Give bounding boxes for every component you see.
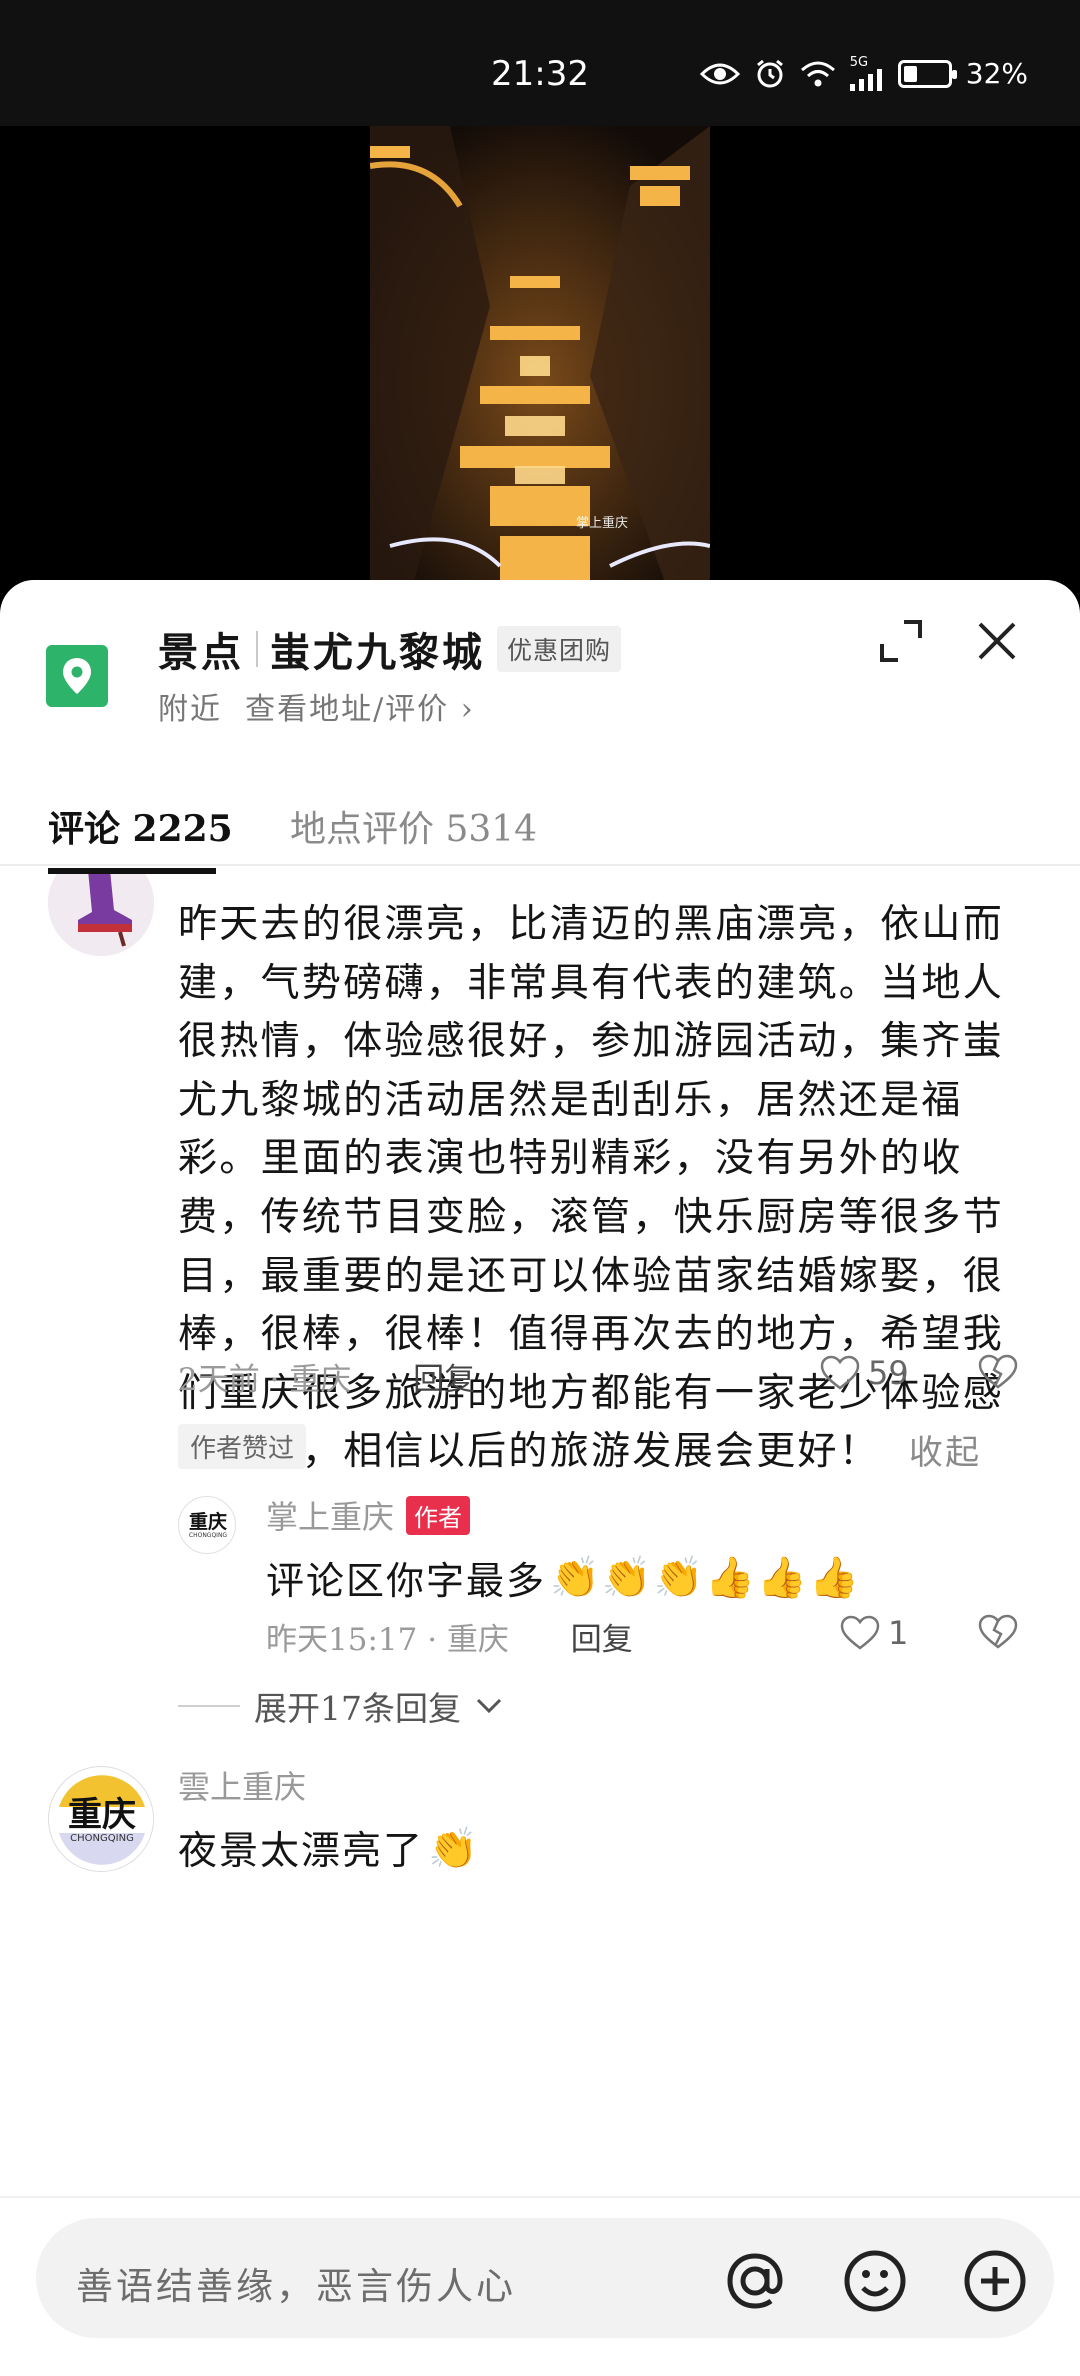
location-subtitle[interactable]: 附近 查看地址/评价 › xyxy=(158,684,475,728)
broken-heart-icon xyxy=(978,1354,1018,1389)
battery-icon xyxy=(897,59,957,88)
reply-username-row: 掌上重庆 作者 xyxy=(266,1492,471,1538)
wifi-icon xyxy=(800,60,836,88)
location-title[interactable]: 景点 蚩尤九黎城 优惠团购 xyxy=(158,620,622,678)
battery-percent: 32% xyxy=(965,57,1028,90)
eye-icon xyxy=(699,60,740,88)
status-icons: 5G 32% xyxy=(699,55,1028,91)
comment-username[interactable]: 雲上重庆 xyxy=(178,1762,306,1808)
expand-replies-button[interactable]: 展开17条回复 xyxy=(178,1682,503,1730)
reply-avatar[interactable]: 重庆 CHONGQING xyxy=(178,1496,236,1554)
deal-tag[interactable]: 优惠团购 xyxy=(497,626,622,672)
reply-emojis: 👏👏👏👍👍👍 xyxy=(550,1555,861,1601)
expand-divider xyxy=(178,1705,240,1707)
reply-dislike-button[interactable] xyxy=(978,1614,1018,1650)
author-liked-tag: 作者赞过 xyxy=(178,1424,307,1469)
status-bar: 21:32 5G 32% xyxy=(0,0,1080,126)
comment-list[interactable]: 昨天去的很漂亮，比清迈的黑庙漂亮，依山而建，气势磅礴，非常具有代表的建筑。当地人… xyxy=(0,874,1080,2190)
expand-replies-label: 展开17条回复 xyxy=(254,1689,461,1728)
tab-comments[interactable]: 评论 2225 xyxy=(48,800,233,852)
location-subtitle-text: 附近 查看地址/评价 xyxy=(158,692,450,727)
avatar-sub: CHONGQING xyxy=(70,1832,134,1844)
title-divider xyxy=(256,631,258,667)
close-icon[interactable] xyxy=(972,616,1022,666)
comment-input-placeholder: 善语结善缘，恶言伤人心 xyxy=(76,2265,516,2308)
dislike-button[interactable] xyxy=(978,1354,1018,1390)
avatar[interactable]: 重庆 CHONGQING xyxy=(48,1766,154,1872)
plus-icon[interactable] xyxy=(962,2248,1026,2312)
collapse-link[interactable]: 收起 xyxy=(909,1433,982,1473)
comment-composer: 善语结善缘，恶言伤人心 xyxy=(0,2196,1080,2376)
comment-input[interactable]: 善语结善缘，恶言伤人心 xyxy=(36,2218,1054,2338)
location-category: 景点 xyxy=(158,629,244,676)
video-watermark: 掌上重庆 xyxy=(575,516,628,531)
reply-text: 评论区你字最多 👏👏👏👍👍👍 xyxy=(266,1550,861,1605)
tab-location-reviews[interactable]: 地点评价 5314 xyxy=(290,800,537,852)
network-label: 5G xyxy=(849,55,869,70)
comments-sheet: 景点 蚩尤九黎城 优惠团购 附近 查看地址/评价 › 评论 2225 地点评价 … xyxy=(0,580,1080,2376)
broken-heart-icon xyxy=(978,1614,1018,1649)
like-button[interactable]: 59 xyxy=(820,1354,909,1392)
author-badge: 作者 xyxy=(406,1495,471,1535)
chevron-right-icon: › xyxy=(460,692,475,727)
expand-icon[interactable] xyxy=(876,616,926,666)
reply-username[interactable]: 掌上重庆 xyxy=(266,1492,394,1538)
at-icon[interactable] xyxy=(722,2248,784,2310)
avatar-text: 重庆 xyxy=(68,1794,136,1835)
location-pin-icon xyxy=(46,645,108,707)
avatar-logo: 重庆 CHONGQING xyxy=(49,1767,153,1871)
reply-avatar-text: 重庆 xyxy=(188,1511,227,1533)
location-name: 蚩尤九黎城 xyxy=(270,629,485,676)
reply-meta: 昨天15:17 · 重庆 回复 xyxy=(266,1614,633,1659)
reply-like-count: 1 xyxy=(888,1614,909,1652)
reply-avatar-sub: CHONGQING xyxy=(188,1532,228,1539)
location-header[interactable]: 景点 蚩尤九黎城 优惠团购 附近 查看地址/评价 › xyxy=(0,580,1080,750)
emoji-icon[interactable] xyxy=(842,2248,906,2312)
comment-text: 夜景太漂亮了 👏 xyxy=(178,1820,480,1876)
reply-like-button[interactable]: 1 xyxy=(840,1614,908,1652)
comment-time-location: 2天前 · 重庆 xyxy=(178,1362,352,1398)
reply-body: 评论区你字最多 xyxy=(266,1559,547,1603)
heart-icon xyxy=(840,1615,880,1650)
heart-icon xyxy=(820,1355,860,1390)
alarm-icon xyxy=(754,58,786,90)
like-count: 59 xyxy=(868,1354,909,1392)
comment-emojis: 👏 xyxy=(428,1825,480,1872)
comment-body: 夜景太漂亮了 xyxy=(178,1829,425,1874)
video-thumbnail: 掌上重庆 xyxy=(370,126,710,596)
reply-avatar-logo: 重庆 CHONGQING xyxy=(179,1497,235,1553)
reply-time-location: 昨天15:17 · 重庆 xyxy=(266,1622,509,1658)
tab-bar: 评论 2225 地点评价 5314 xyxy=(0,770,1080,866)
reply-reply-button[interactable]: 回复 xyxy=(571,1622,633,1658)
avatar[interactable] xyxy=(48,874,154,956)
reply-button[interactable]: 回复 xyxy=(413,1362,475,1398)
battery-fill xyxy=(903,65,917,82)
video-player[interactable]: 掌上重庆 xyxy=(0,126,1080,596)
comment-meta: 2天前 · 重庆 回复 xyxy=(178,1354,475,1399)
chevron-down-icon xyxy=(476,1698,502,1714)
signal-icon: 5G xyxy=(849,55,884,91)
